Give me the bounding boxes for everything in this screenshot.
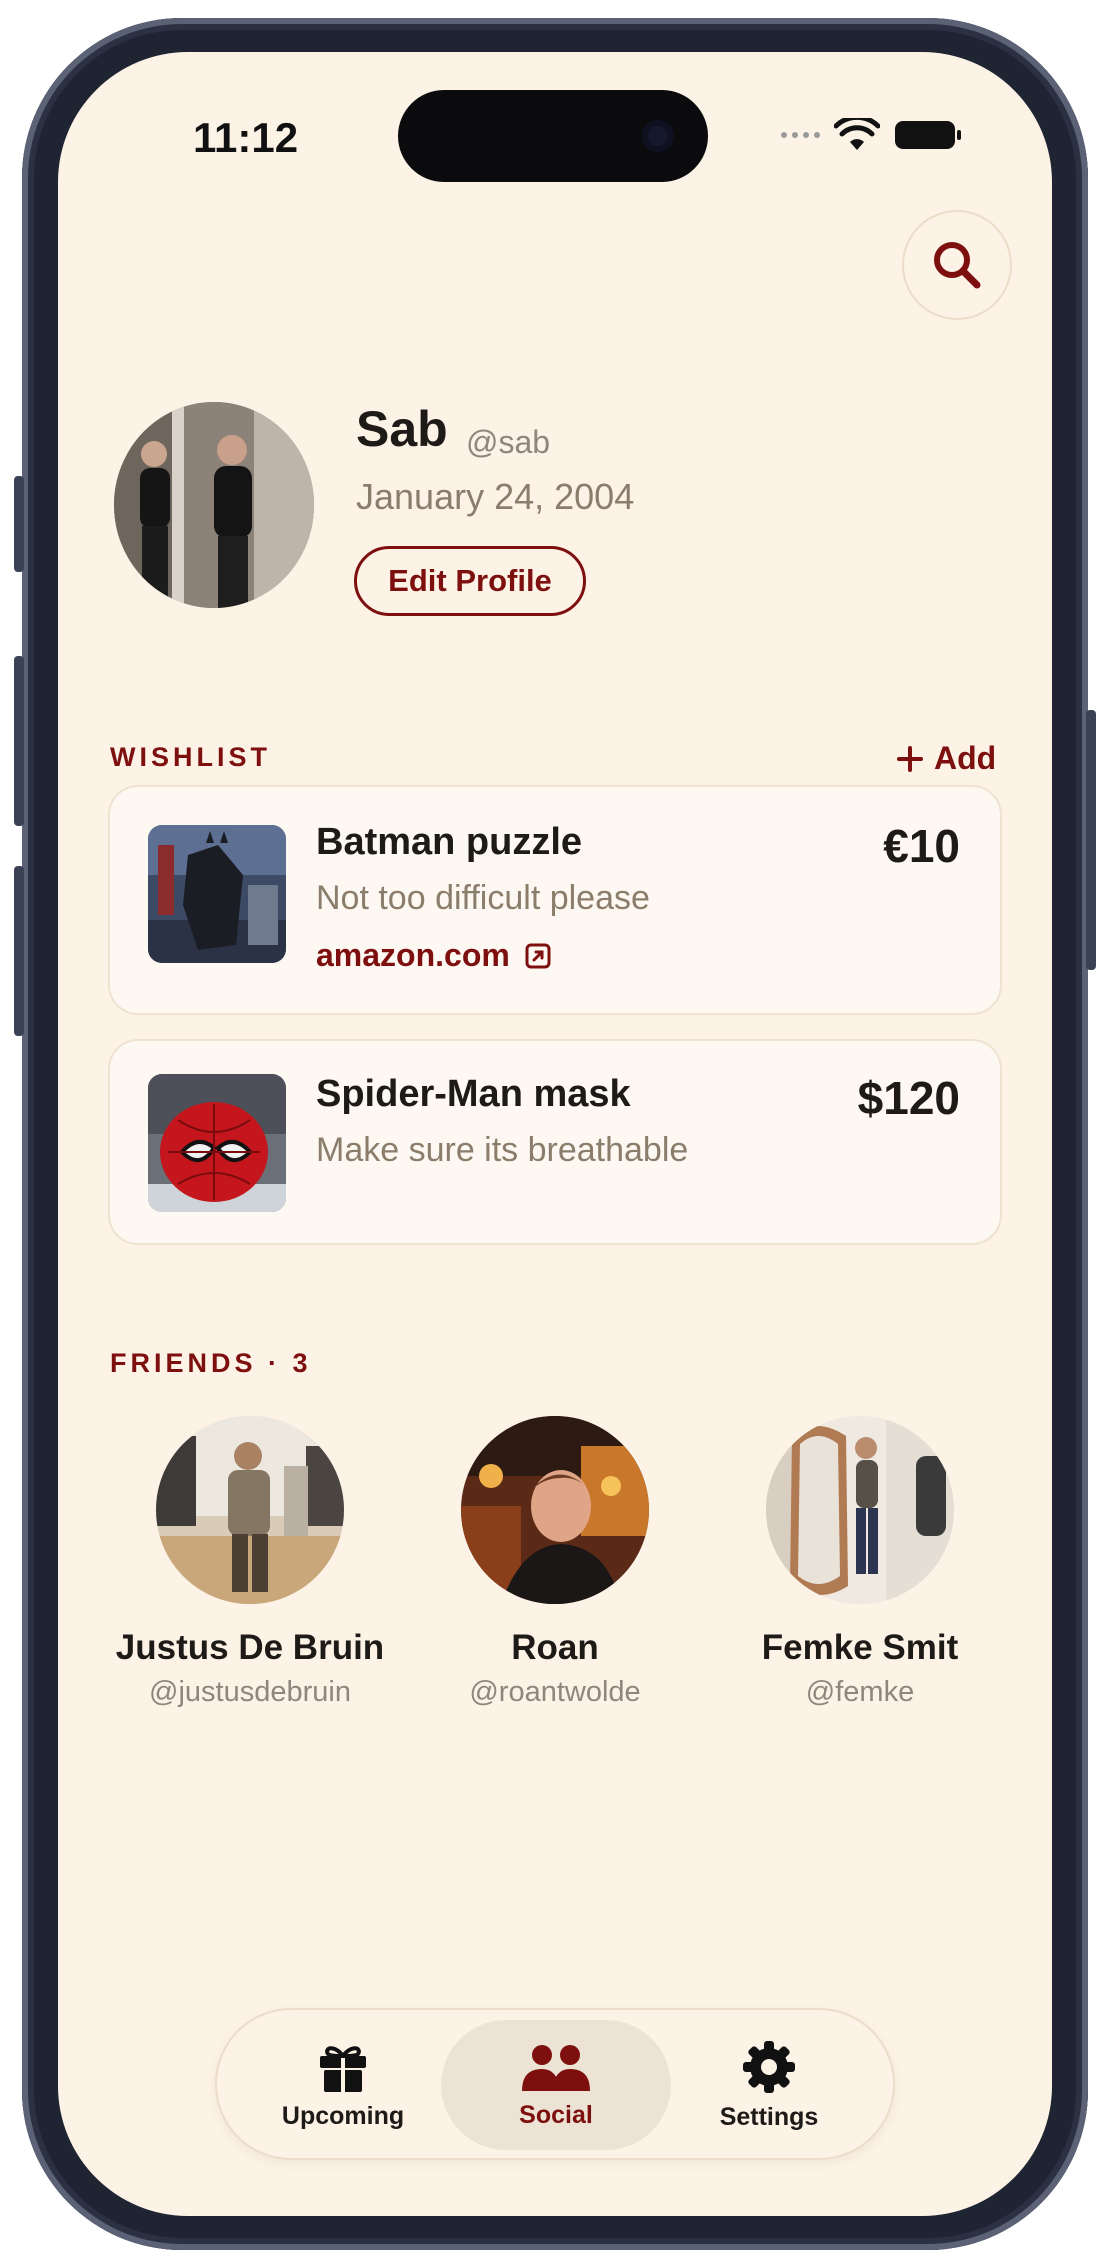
friend-card[interactable]: Justus De Bruin @justusdebruin xyxy=(100,1416,400,1709)
battery-icon xyxy=(895,121,961,149)
search-icon xyxy=(934,242,981,289)
profile-avatar[interactable] xyxy=(114,402,314,608)
signal-dots-icon xyxy=(781,132,820,138)
friend-card[interactable]: Roan @roantwolde xyxy=(405,1416,705,1709)
item-thumbnail xyxy=(148,1074,286,1212)
tab-label: Settings xyxy=(719,2102,819,2131)
app-screen: 11:12 Sab @sab January 24, 2004 Edit Pro… xyxy=(58,52,1052,2216)
friend-avatar xyxy=(766,1416,954,1604)
edit-profile-button[interactable]: Edit Profile xyxy=(354,546,586,616)
tab-label: Upcoming xyxy=(281,2101,405,2130)
gift-icon xyxy=(320,2045,366,2092)
friend-handle: @femke xyxy=(805,1676,915,1708)
item-price: $120 xyxy=(857,1072,960,1124)
friends-heading: FRIENDS · 3 xyxy=(110,1348,312,1378)
tab-social[interactable]: Social xyxy=(441,2020,671,2150)
item-title: Spider-Man mask xyxy=(316,1073,631,1115)
dynamic-island xyxy=(398,90,708,182)
people-icon xyxy=(522,2044,590,2091)
friend-handle: @justusdebruin xyxy=(149,1676,351,1708)
friend-handle: @roantwolde xyxy=(469,1676,641,1708)
item-link[interactable]: amazon.com xyxy=(316,937,552,974)
tab-bar: Upcoming Social Settings xyxy=(215,2008,895,2160)
status-time: 11:12 xyxy=(193,114,299,161)
wishlist-heading: WISHLIST xyxy=(110,742,271,772)
tab-settings[interactable]: Settings xyxy=(654,2020,884,2150)
item-price: €10 xyxy=(883,820,960,872)
item-note: Make sure its breathable xyxy=(316,1131,689,1169)
friend-avatar xyxy=(156,1416,344,1604)
tab-label: Social xyxy=(519,2100,593,2129)
wishlist-item[interactable]: Batman puzzle Not too difficult please €… xyxy=(108,785,1002,1015)
search-button[interactable] xyxy=(902,210,1012,320)
item-link-label: amazon.com xyxy=(316,937,510,973)
plus-icon xyxy=(897,745,923,772)
profile-birthday: January 24, 2004 xyxy=(356,476,635,517)
friend-name: Roan xyxy=(511,1628,599,1667)
add-wishlist-button[interactable]: Add xyxy=(896,740,996,777)
profile-handle: @sab xyxy=(466,424,551,460)
volume-up-button xyxy=(14,656,24,826)
status-icons xyxy=(781,118,962,152)
power-button xyxy=(1086,710,1096,970)
volume-down-button xyxy=(14,866,24,1036)
friend-name: Justus De Bruin xyxy=(115,1628,385,1667)
profile-name: Sab xyxy=(356,401,448,457)
friend-avatar xyxy=(461,1416,649,1604)
friend-name: Femke Smit xyxy=(761,1628,959,1667)
item-note: Not too difficult please xyxy=(316,879,650,917)
friend-card[interactable]: Femke Smit @femke xyxy=(710,1416,1010,1709)
mute-switch xyxy=(14,476,24,572)
wishlist-item[interactable]: Spider-Man mask Make sure its breathable… xyxy=(108,1039,1002,1245)
add-label: Add xyxy=(934,740,997,776)
item-title: Batman puzzle xyxy=(316,821,583,863)
gear-icon xyxy=(743,2040,795,2093)
wifi-icon xyxy=(834,118,880,150)
external-link-icon xyxy=(525,943,551,968)
tab-upcoming[interactable]: Upcoming xyxy=(228,2020,458,2150)
item-thumbnail xyxy=(148,825,286,963)
